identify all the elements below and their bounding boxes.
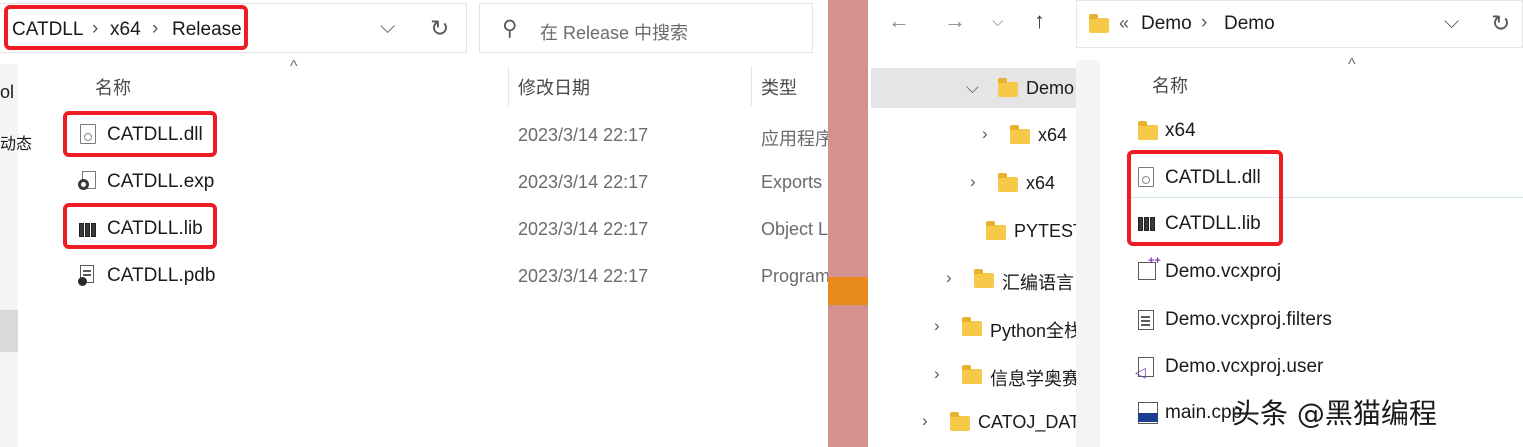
highlight-box [63, 203, 217, 249]
search-input[interactable]: ⚲ 在 Release 中搜索 [479, 3, 813, 53]
highlight-box [63, 111, 217, 157]
tree-item-demo[interactable]: Demo [1026, 78, 1074, 99]
folder-icon [1138, 121, 1158, 140]
back-arrow-icon[interactable]: ← [888, 8, 910, 34]
column-header-name[interactable]: 名称 [1152, 72, 1188, 98]
up-arrow-icon[interactable]: ↑ [1034, 8, 1045, 34]
column-header-type[interactable]: 类型 [761, 74, 797, 100]
breadcrumb-overflow[interactable]: « [1119, 13, 1129, 34]
nav-scroll-thumb[interactable] [0, 310, 18, 352]
folder-icon [1089, 14, 1109, 33]
nav-item-fragment[interactable]: 动态 [0, 130, 32, 154]
recent-locations-chevron-icon[interactable]: ⌵ [992, 13, 1003, 30]
chevron-right-icon[interactable]: › [934, 316, 940, 336]
tree-item-asm[interactable]: 汇编语言 [1002, 269, 1074, 295]
file-row[interactable]: ++ Demo.vcxproj [1126, 250, 1523, 292]
vcxproj-file-icon: ++ [1138, 255, 1161, 280]
watermark: 头条 @黑猫编程 [1232, 397, 1437, 430]
tree-item-x64[interactable]: x64 [1038, 125, 1067, 146]
file-type: Object L [761, 219, 828, 239]
file-name: CATDLL.exp [107, 171, 215, 192]
tree-item-catoj[interactable]: CATOJ_DAT [978, 412, 1080, 433]
folder-icon [962, 317, 982, 336]
file-row[interactable]: ◁ Demo.vcxproj.user [1126, 345, 1523, 387]
chevron-right-icon[interactable]: › [970, 172, 976, 192]
right-explorer-window: ← → ⌵ ↑ « Demo › Demo ⌵ ↻ ⌵ Demo › x64 ›… [868, 0, 1523, 447]
folder-icon [974, 269, 994, 288]
left-explorer-window: CATDLL › x64 › Release ⌵ ↻ ⚲ 在 Release 中… [0, 0, 828, 447]
chevron-right-icon[interactable]: › [922, 411, 928, 431]
file-row[interactable]: CATDLL.exp 2023/3/14 22:17 Exports [60, 159, 828, 205]
cpp-file-icon [1138, 402, 1158, 424]
pdb-file-icon [78, 265, 96, 286]
file-date: 2023/3/14 22:17 [518, 266, 649, 286]
search-icon: ⚲ [502, 17, 518, 40]
chevron-right-icon[interactable]: › [934, 364, 940, 384]
column-header-date[interactable]: 修改日期 [518, 74, 590, 100]
address-highlight-box [4, 5, 248, 50]
column-divider[interactable] [751, 66, 752, 106]
background-accent [828, 277, 868, 305]
nav-item-fragment[interactable]: ol [0, 82, 14, 103]
file-name: x64 [1165, 120, 1196, 141]
tree-item-python[interactable]: Python全栈 [990, 317, 1082, 343]
folder-icon [962, 365, 982, 384]
folder-icon [986, 221, 1006, 240]
window-gap [828, 0, 868, 447]
file-name: main.cpp [1165, 402, 1243, 423]
chevron-right-icon[interactable]: › [946, 268, 952, 288]
tree-item-x64[interactable]: x64 [1026, 173, 1055, 194]
highlight-box [1127, 150, 1283, 246]
address-history-chevron-down-icon[interactable]: ⌵ [1444, 11, 1459, 34]
folder-icon [998, 173, 1018, 192]
exp-file-icon [78, 171, 96, 191]
folder-icon [950, 412, 970, 431]
file-date: 2023/3/14 22:17 [518, 219, 649, 239]
file-date: 2023/3/14 22:17 [518, 172, 649, 192]
refresh-icon[interactable]: ↻ [430, 15, 449, 42]
file-row[interactable]: CATDLL.pdb 2023/3/14 22:17 Program [60, 253, 828, 299]
forward-arrow-icon[interactable]: → [944, 8, 966, 34]
column-divider[interactable] [508, 66, 509, 106]
breadcrumb-demo[interactable]: Demo [1224, 13, 1275, 35]
vs-user-file-icon: ◁ [1135, 357, 1154, 380]
refresh-icon[interactable]: ↻ [1491, 10, 1510, 37]
file-name: Demo.vcxproj.user [1165, 356, 1324, 377]
pane-splitter[interactable] [1076, 60, 1100, 447]
address-bar[interactable]: « Demo › Demo ⌵ ↻ [1076, 0, 1523, 48]
navigation-pane[interactable] [0, 64, 18, 447]
file-date: 2023/3/14 22:17 [518, 125, 649, 145]
sort-ascending-icon: ^ [290, 58, 298, 75]
file-type: Program [761, 266, 828, 286]
file-name: Demo.vcxproj [1165, 261, 1282, 282]
file-name: CATDLL.pdb [107, 265, 216, 286]
sort-ascending-icon: ^ [1348, 56, 1356, 73]
file-name: Demo.vcxproj.filters [1165, 309, 1332, 330]
breadcrumb-demo[interactable]: Demo [1141, 13, 1192, 35]
file-row[interactable]: Demo.vcxproj.filters [1126, 298, 1523, 340]
search-placeholder: 在 Release 中搜索 [540, 23, 689, 43]
folder-icon [1010, 125, 1030, 144]
tree-item-oi[interactable]: 信息学奥赛 [990, 365, 1080, 391]
file-row[interactable]: x64 [1126, 110, 1523, 152]
file-type: 应用程序 [761, 129, 828, 149]
breadcrumb-separator-icon: › [1201, 12, 1208, 33]
address-history-chevron-down-icon[interactable]: ⌵ [380, 16, 395, 39]
column-header-name[interactable]: 名称 [95, 74, 131, 100]
chevron-down-icon[interactable]: ⌵ [966, 78, 979, 98]
folder-icon [998, 78, 1018, 97]
chevron-right-icon[interactable]: › [982, 124, 988, 144]
file-type: Exports [761, 172, 823, 192]
filters-file-icon [1138, 310, 1154, 330]
tree-item-pytest[interactable]: PYTEST [1014, 221, 1084, 242]
